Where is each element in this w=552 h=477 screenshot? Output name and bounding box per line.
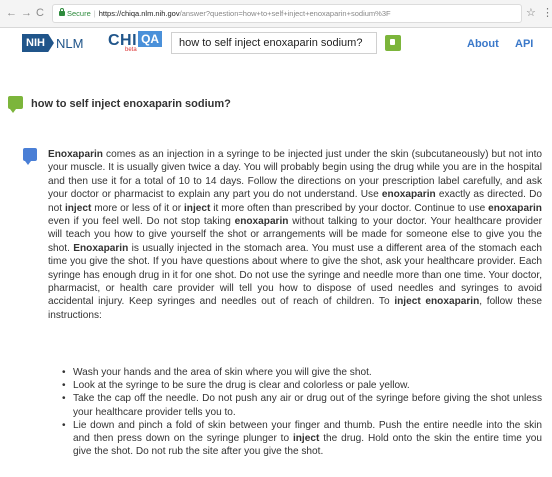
answer-text-segment: even if you feel well. Do not stop takin…	[48, 216, 235, 228]
instruction-list: Wash your hands and the area of skin whe…	[62, 366, 542, 458]
nih-nlm-logo[interactable]: NIH NLM	[22, 34, 83, 52]
answer-text-segment: more or less of it or	[91, 202, 184, 214]
answer-bold-term: enoxaparin	[488, 202, 542, 214]
question-bubble-icon	[8, 96, 23, 113]
address-separator: |	[93, 9, 96, 18]
nav-api-link[interactable]: API	[515, 38, 533, 50]
instruction-list-item: Lie down and pinch a fold of skin betwee…	[62, 419, 542, 459]
answer-text-segment: Take the cap off the needle. Do not push…	[73, 393, 542, 418]
answer-text-segment: it more often than prescribed by your do…	[210, 202, 489, 214]
nav-about-link[interactable]: About	[467, 38, 499, 50]
chiqa-logo[interactable]: CHI QA beta	[108, 31, 163, 55]
answer-paragraph: Enoxaparin comes as an injection in a sy…	[48, 148, 542, 322]
answer-bubble-icon	[23, 148, 37, 165]
chiqa-logo-qa: QA	[138, 31, 163, 47]
answer-bold-term: inject enoxaparin	[394, 296, 480, 308]
nih-logo-box: NIH	[22, 34, 54, 52]
answer-bold-term: enoxaparin	[381, 189, 436, 201]
answer-bold-term: inject	[183, 202, 211, 214]
instruction-list-item: Wash your hands and the area of skin whe…	[62, 366, 542, 379]
answer-text-segment: Look at the syringe to be sure the drug …	[73, 380, 410, 392]
instruction-list-item: Look at the syringe to be sure the drug …	[62, 379, 542, 392]
answer-bold-term: inject	[292, 433, 320, 445]
secure-label: Secure	[67, 9, 91, 18]
question-text: how to self inject enoxaparin sodium?	[31, 98, 231, 110]
nlm-logo-text: NLM	[55, 35, 84, 51]
search-button[interactable]	[385, 35, 401, 51]
answer-bold-term: Enoxaparin	[73, 242, 129, 254]
answer-bold-term: inject	[64, 202, 92, 214]
url-path: /answer?question=how+to+self+inject+enox…	[179, 9, 391, 18]
answer-text-segment: Wash your hands and the area of skin whe…	[73, 367, 372, 378]
search-input[interactable]: how to self inject enoxaparin sodium?	[171, 32, 377, 54]
answer-bold-term: enoxaparin	[234, 216, 289, 228]
back-arrow-icon[interactable]: ←	[6, 7, 17, 19]
lock-icon	[59, 8, 65, 16]
browser-toolbar: ← → C Secure | https://chiqa.nlm.nih.gov/a…	[0, 0, 552, 28]
forward-arrow-icon[interactable]: →	[21, 7, 32, 19]
address-bar[interactable]: Secure | https://chiqa.nlm.nih.gov/answer?…	[52, 4, 522, 23]
answer-bold-term: Enoxaparin	[48, 149, 103, 160]
bookmark-star-icon[interactable]: ☆	[526, 6, 536, 19]
beta-label: beta	[125, 47, 137, 53]
browser-menu-icon[interactable]: ⋮	[542, 6, 552, 19]
instruction-list-item: Take the cap off the needle. Do not push…	[62, 392, 542, 418]
reload-icon[interactable]: C	[36, 7, 44, 19]
url-host: https://chiqa.nlm.nih.gov	[98, 9, 180, 18]
